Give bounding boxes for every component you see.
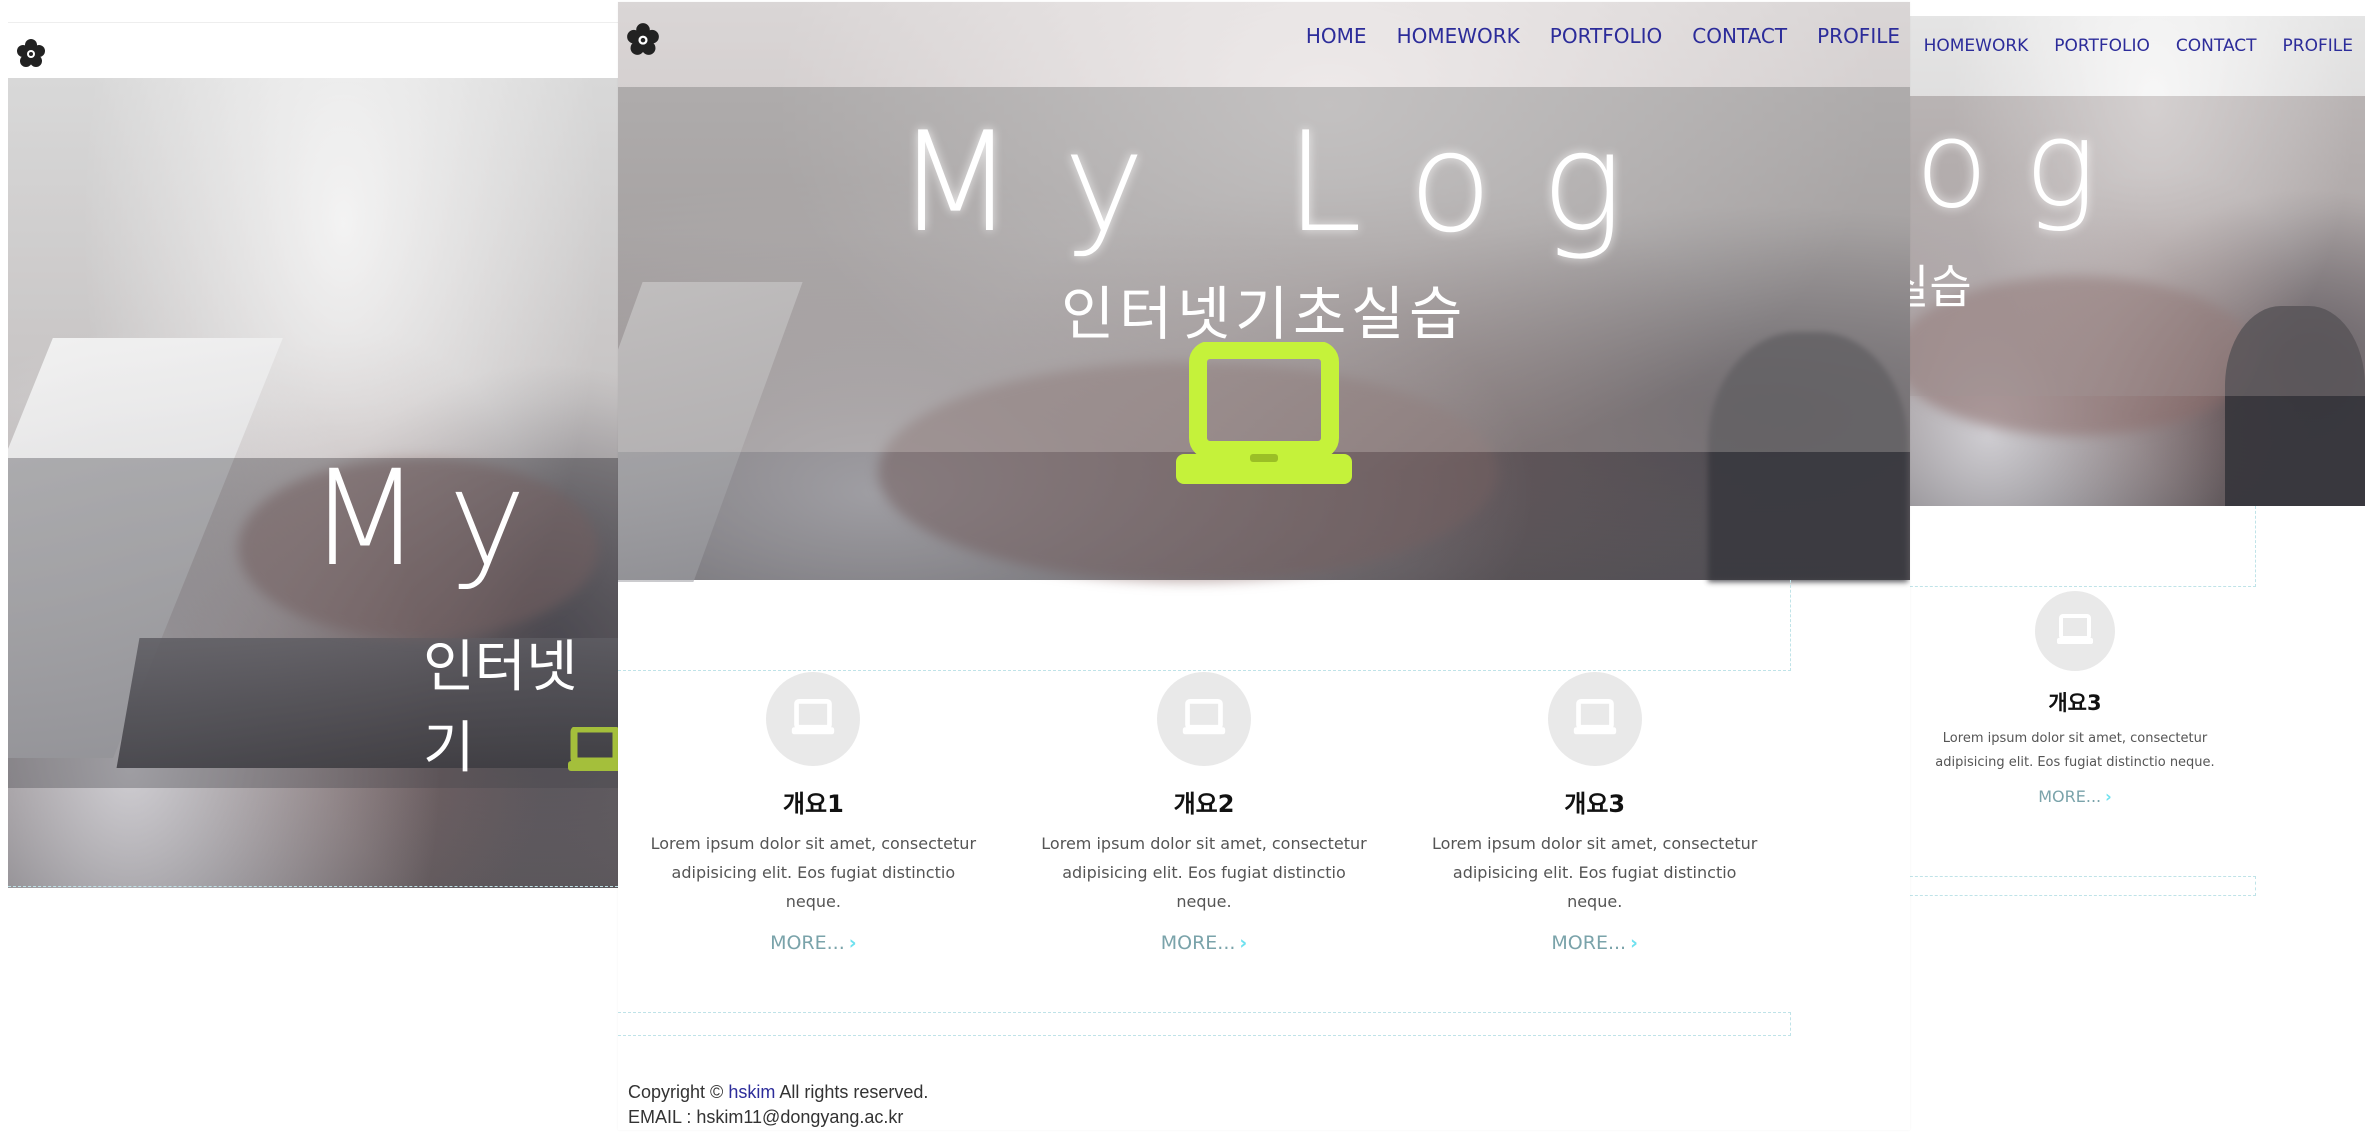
feature-text: Lorem ipsum dolor sit amet, consectetur … — [1431, 834, 1758, 911]
nav-contact[interactable]: CONTACT — [1692, 24, 1787, 48]
footer-copyright: Copyright © hskim All rights reserved. — [628, 1080, 928, 1105]
main-top-nav: HOME HOMEWORK PORTFOLIO CONTACT PROFILE — [1306, 24, 1900, 48]
feature-text: Lorem ipsum dolor sit amet, consectetur … — [1935, 731, 2215, 770]
nav-portfolio[interactable]: PORTFOLIO — [2054, 36, 2150, 76]
left-title-fragment: My — [308, 442, 553, 596]
right-dash-bottom — [1895, 876, 2256, 896]
chevron-right-icon: › — [1630, 932, 1638, 954]
feature-title: 개요3 — [2048, 691, 2102, 715]
chevron-right-icon: › — [2105, 787, 2112, 806]
laptop-icon — [1176, 341, 1352, 490]
feature-more-link[interactable]: MORE... › — [770, 932, 857, 954]
right-feature-3: 개요3 Lorem ipsum dolor sit amet, consecte… — [1895, 591, 2255, 806]
more-label: MORE... — [770, 932, 845, 954]
nav-home[interactable]: HOME — [1306, 24, 1367, 48]
flower-logo-icon[interactable] — [626, 22, 660, 56]
feature-card-1: 개요1 Lorem ipsum dolor sit amet, consecte… — [618, 672, 1009, 954]
left-header-bar — [8, 22, 618, 79]
main-view-window: HOME HOMEWORK PORTFOLIO CONTACT PROFILE … — [618, 2, 1910, 1130]
left-bottom-divider — [8, 886, 618, 887]
features-bottom-divider — [618, 1012, 1791, 1036]
nav-homework[interactable]: HOMEWORK — [1924, 36, 2029, 76]
feature-text: Lorem ipsum dolor sit amet, consectetur … — [650, 834, 977, 911]
right-view-window: ME HOMEWORK PORTFOLIO CONTACT PROFILE og… — [1895, 16, 2365, 916]
left-view-window: My 인터넷기 — [8, 22, 618, 888]
more-label: MORE... — [1551, 932, 1627, 954]
feature-title: 개요2 — [1173, 790, 1235, 818]
footer: Copyright © hskim All rights reserved. E… — [628, 1080, 928, 1130]
nav-profile[interactable]: PROFILE — [2283, 36, 2353, 76]
chevron-right-icon: › — [1239, 932, 1248, 954]
feature-title: 개요1 — [782, 790, 844, 818]
page-subtitle: 인터넷기초실습 — [1060, 280, 1467, 348]
right-title-fragment: og — [1915, 96, 2133, 235]
feature-more-link[interactable]: MORE... › — [2038, 787, 2111, 806]
flower-logo-icon[interactable] — [16, 38, 46, 68]
page-title: My Log — [895, 102, 1673, 263]
author-link[interactable]: hskim — [728, 1082, 775, 1102]
copyright-suffix: All rights reserved. — [779, 1082, 929, 1102]
nav-profile[interactable]: PROFILE — [1817, 24, 1900, 48]
more-label: MORE... — [2038, 787, 2102, 806]
footer-email: EMAIL : hskim11@dongyang.ac.kr — [628, 1107, 904, 1127]
feature-title: 개요3 — [1564, 790, 1626, 818]
more-label: MORE... — [1160, 932, 1236, 954]
right-top-nav: ME HOMEWORK PORTFOLIO CONTACT PROFILE — [1895, 36, 2365, 76]
copyright-prefix: Copyright © — [628, 1082, 724, 1102]
feature-laptop-icon — [1157, 672, 1251, 766]
feature-laptop-icon — [2035, 591, 2115, 671]
feature-laptop-icon — [1547, 672, 1642, 766]
feature-card-2: 개요2 Lorem ipsum dolor sit amet, consecte… — [1009, 672, 1400, 954]
right-dash-top — [1895, 506, 2256, 587]
feature-card-3: 개요3 Lorem ipsum dolor sit amet, consecte… — [1399, 672, 1790, 954]
feature-text: Lorem ipsum dolor sit amet, consectetur … — [1041, 834, 1367, 911]
nav-homework[interactable]: HOMEWORK — [1397, 24, 1520, 48]
features-section: 개요1 Lorem ipsum dolor sit amet, consecte… — [618, 672, 1790, 954]
features-top-divider — [618, 580, 1791, 671]
nav-contact[interactable]: CONTACT — [2176, 36, 2257, 76]
nav-portfolio[interactable]: PORTFOLIO — [1550, 24, 1663, 48]
feature-more-link[interactable]: MORE... › — [1161, 932, 1248, 954]
feature-laptop-icon — [766, 672, 861, 766]
feature-more-link[interactable]: MORE... › — [1551, 932, 1638, 954]
left-laptop-icon — [568, 725, 618, 777]
chevron-right-icon: › — [848, 932, 857, 954]
